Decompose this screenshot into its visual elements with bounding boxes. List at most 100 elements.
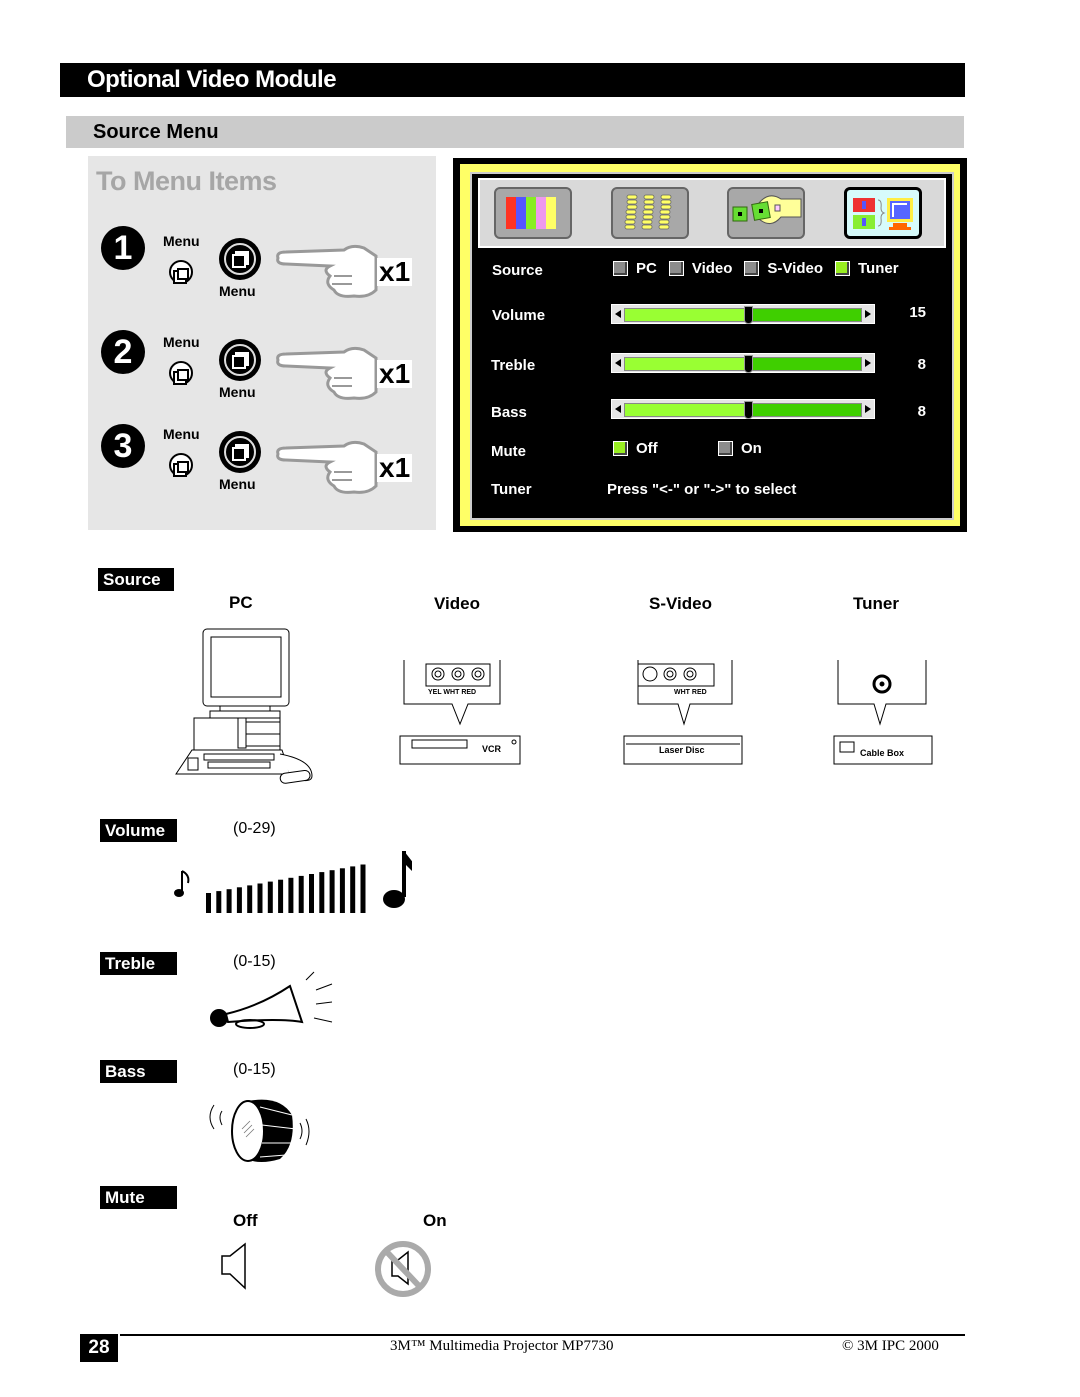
source-options: PC Video S-Video Tuner <box>613 260 899 277</box>
press-count: x1 <box>377 452 413 483</box>
svideo-heading: S-Video <box>649 594 712 613</box>
source-select-icon <box>853 198 913 230</box>
volume-bar <box>309 874 314 913</box>
volume-bar <box>206 893 211 913</box>
laser-disc-label: Laser Disc <box>659 745 705 755</box>
pointing-hand-icon <box>276 244 378 298</box>
footer-product: 3M™ Multimedia Projector MP7730 <box>390 1338 614 1354</box>
volume-bar <box>257 883 263 913</box>
tuner-heading: Tuner <box>853 594 899 613</box>
tuner-hint: Press "<-" or "->" to select <box>607 481 797 498</box>
vcr-device-icon: YEL WHT RED VCR <box>399 660 521 765</box>
source-option-svideo[interactable]: S-Video <box>744 260 823 277</box>
volume-bar <box>267 881 273 913</box>
volume-bar <box>319 872 325 913</box>
arrow-right-icon[interactable] <box>865 405 871 413</box>
cable-box-label: Cable Box <box>860 748 904 758</box>
page-number: 28 <box>80 1334 118 1362</box>
menu-label-top: Menu <box>163 334 200 350</box>
menu-label-top: Menu <box>163 233 200 249</box>
slider-thumb[interactable] <box>743 401 753 419</box>
step-number: 2 <box>101 330 145 374</box>
osd-volume-label: Volume <box>492 307 546 324</box>
menu-button-icon-small <box>169 361 193 385</box>
tab-image[interactable] <box>611 187 689 239</box>
speaker-muted-icon <box>375 1241 431 1297</box>
arrow-right-icon[interactable] <box>865 310 871 318</box>
menu-label-bottom: Menu <box>219 283 256 299</box>
source-option-video[interactable]: Video <box>668 260 732 277</box>
volume-bar <box>339 868 345 913</box>
pointing-hand-icon <box>276 346 378 400</box>
volume-value: 15 <box>909 304 926 321</box>
checkbox-icon <box>668 261 684 276</box>
checkbox-icon <box>613 261 628 276</box>
volume-bar <box>298 875 304 913</box>
press-count: x1 <box>377 256 413 287</box>
mute-tag: Mute <box>100 1186 177 1209</box>
volume-range: (0-29) <box>233 820 276 837</box>
checkbox-icon <box>744 261 760 276</box>
bass-value: 8 <box>917 403 926 420</box>
menu-label-bottom: Menu <box>219 384 256 400</box>
treble-value: 8 <box>917 356 926 373</box>
pointing-hand-icon <box>276 440 378 494</box>
tab-color[interactable] <box>494 187 572 239</box>
bass-slider[interactable] <box>611 399 875 419</box>
computer-icon <box>175 628 313 784</box>
osd-bass-label: Bass <box>491 404 527 421</box>
osd-source-label: Source <box>492 262 543 279</box>
footer-copyright: © 3M IPC 2000 <box>842 1338 939 1354</box>
volume-tag: Volume <box>100 819 177 842</box>
osd-tab-bar <box>478 178 946 248</box>
instruction-title: To Menu Items <box>96 166 277 196</box>
arrow-left-icon[interactable] <box>615 405 621 413</box>
vcr-label: VCR <box>482 744 502 754</box>
volume-slider[interactable] <box>611 304 875 324</box>
horn-icon <box>210 971 333 1029</box>
speaker-icon <box>221 1242 246 1290</box>
tab-setup[interactable] <box>727 187 805 239</box>
menu-button-icon-small <box>169 260 193 284</box>
volume-bar <box>278 879 284 913</box>
source-option-tuner[interactable]: Tuner <box>835 260 899 277</box>
slider-thumb[interactable] <box>743 306 753 324</box>
volume-bar <box>288 877 294 913</box>
option-label: Tuner <box>858 260 899 277</box>
mute-option-on[interactable]: On <box>718 440 762 457</box>
option-label: PC <box>636 260 657 277</box>
mute-on-heading: On <box>423 1211 447 1230</box>
source-option-pc[interactable]: PC <box>613 260 657 277</box>
source-tag: Source <box>98 568 174 591</box>
arrow-right-icon[interactable] <box>865 359 871 367</box>
checkbox-icon <box>718 441 733 456</box>
jack-labels: WHT RED <box>674 689 707 696</box>
volume-bar <box>360 864 366 913</box>
volume-bar <box>329 870 335 913</box>
arrow-left-icon[interactable] <box>615 359 621 367</box>
color-bars-icon <box>506 197 556 229</box>
mute-off-heading: Off <box>233 1211 258 1230</box>
mute-option-off[interactable]: Off <box>613 440 658 457</box>
step-number: 3 <box>101 424 145 468</box>
treble-tag: Treble <box>100 952 177 975</box>
checkbox-checked-icon <box>835 261 850 276</box>
menu-button-icon <box>219 339 261 381</box>
setup-wrench-icon <box>732 195 802 224</box>
section-title: Optional Video Module <box>60 63 965 97</box>
pc-heading: PC <box>229 593 253 612</box>
image-adjust-icon <box>624 194 672 230</box>
option-label: S-Video <box>767 260 823 277</box>
slider-thumb[interactable] <box>743 355 753 373</box>
jack-labels: YEL WHT RED <box>428 689 476 696</box>
tab-source[interactable] <box>844 187 922 239</box>
osd-tuner-label: Tuner <box>491 481 532 498</box>
menu-label-top: Menu <box>163 426 200 442</box>
treble-slider[interactable] <box>611 353 875 373</box>
menu-label-bottom: Menu <box>219 476 256 492</box>
cable-box-device-icon: Cable Box <box>833 660 933 765</box>
laser-disc-device-icon: WHT RED Laser Disc <box>623 660 743 765</box>
arrow-left-icon[interactable] <box>615 310 621 318</box>
checkbox-checked-icon <box>613 441 628 456</box>
option-label: On <box>741 440 762 457</box>
